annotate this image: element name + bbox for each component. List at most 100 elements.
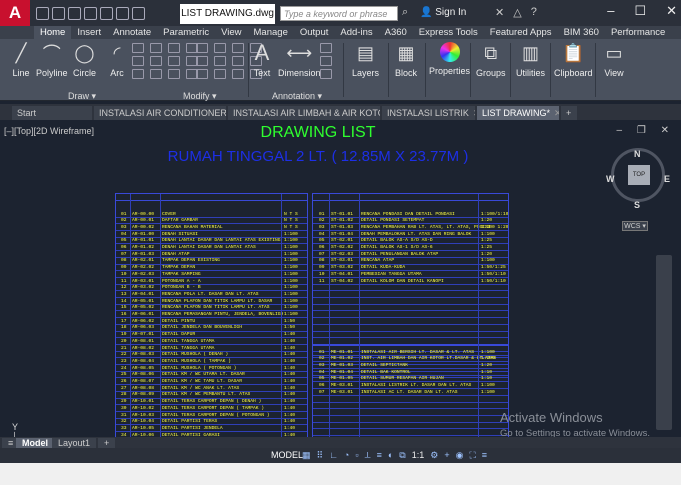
compass-west[interactable]: W (606, 174, 615, 184)
line-tool-button[interactable]: ╱ Line (10, 42, 32, 79)
region-icon[interactable] (150, 69, 162, 79)
tab-performance[interactable]: Performance (605, 26, 671, 39)
hatch-icon[interactable] (150, 43, 162, 53)
print-icon[interactable] (100, 6, 113, 20)
layers-button[interactable]: ▤ Layers (352, 42, 379, 79)
annotation-scale[interactable]: 1:1 (412, 450, 425, 461)
new-icon[interactable] (36, 6, 49, 20)
groups-button[interactable]: ⧉ Groups (476, 42, 506, 79)
circle-tool-button[interactable]: ◯ Circle (73, 42, 96, 79)
open-icon[interactable] (52, 6, 65, 20)
transparency-icon[interactable]: ◐ (388, 450, 393, 461)
utilities-button[interactable]: ▥ Utilities (516, 42, 545, 79)
chamfer-icon[interactable] (196, 69, 208, 79)
properties-button[interactable]: Properties (429, 42, 470, 76)
move-icon[interactable] (168, 43, 180, 53)
clipboard-button[interactable]: 📋 Clipboard (554, 42, 593, 79)
draw-panel-label[interactable]: Draw ▾ (68, 91, 96, 102)
annotation-panel-label[interactable]: Annotation ▾ (272, 91, 322, 102)
save-as-icon[interactable] (84, 6, 97, 20)
plus-icon[interactable]: + (444, 450, 449, 461)
rectangle-icon[interactable] (132, 43, 144, 53)
tab-annotate[interactable]: Annotate (107, 26, 157, 39)
tab-insert[interactable]: Insert (71, 26, 107, 39)
navigation-bar[interactable] (656, 255, 672, 430)
drawing-canvas[interactable]: [–][Top][2D Wireframe] – ❐ ✕ DRAWING LIS… (0, 120, 681, 437)
maximize-icon[interactable]: ☐ (634, 3, 646, 19)
binoculars-icon[interactable]: ⌕ (402, 6, 408, 19)
selection-cycling-icon[interactable]: ⧉ (399, 450, 405, 461)
fullscreen-icon[interactable]: ⛶ (469, 450, 475, 461)
gradient-icon[interactable] (150, 56, 162, 66)
minimize-icon[interactable]: – (607, 3, 614, 19)
redo-icon[interactable] (132, 6, 145, 20)
tab-featured-apps[interactable]: Featured Apps (484, 26, 558, 39)
stretch-icon[interactable] (168, 69, 180, 79)
close-tab-icon[interactable]: ✕ (554, 108, 559, 118)
block-button[interactable]: ▦ Block (395, 42, 417, 79)
snap-icon[interactable]: ⠿ (317, 450, 324, 461)
help-icon[interactable]: ? (531, 6, 537, 19)
join-icon[interactable] (232, 56, 244, 66)
compass-east[interactable]: E (664, 174, 670, 184)
application-menu-button[interactable]: A (0, 0, 30, 26)
lineweight-icon[interactable]: ≡ (377, 450, 382, 461)
otrack-icon[interactable]: ⟂ (365, 450, 371, 461)
fillet-icon[interactable] (196, 56, 208, 66)
tab-bim-360[interactable]: BIM 360 (558, 26, 605, 39)
viewcube-top-face[interactable]: TOP (628, 165, 650, 185)
array-icon[interactable] (214, 56, 226, 66)
trim-icon[interactable] (196, 43, 208, 53)
polar-icon[interactable]: ◔ (344, 450, 349, 461)
erase-icon[interactable] (214, 43, 226, 53)
leader-icon[interactable] (320, 43, 332, 53)
new-tab-button[interactable]: + (561, 106, 577, 120)
osnap-icon[interactable]: ▫ (355, 450, 358, 461)
doc-tab-listrik[interactable]: INSTALASI LISTRIK✕ (382, 106, 475, 120)
ellipse-icon[interactable] (132, 56, 144, 66)
close-icon[interactable]: ✕ (666, 3, 677, 19)
doc-tab-list-drawing[interactable]: LIST DRAWING* ✕ (477, 106, 559, 120)
view-panel-button[interactable]: ▭ View (603, 42, 625, 79)
arc-tool-button[interactable]: ◜ Arc (106, 42, 128, 79)
tab-add-ins[interactable]: Add-ins (334, 26, 378, 39)
tab-output[interactable]: Output (294, 26, 335, 39)
doc-tab-air-limbah[interactable]: INSTALASI AIR LIMBAH & AIR KOTOR*✕ (228, 106, 380, 120)
ortho-icon[interactable]: ∟ (329, 450, 338, 461)
explode-icon[interactable] (232, 43, 244, 53)
isolate-icon[interactable]: ◉ (456, 450, 464, 461)
compass-south[interactable]: S (634, 200, 640, 210)
text-tool-button[interactable]: A Text (251, 40, 273, 78)
customize-icon[interactable]: ≡ (482, 450, 487, 461)
tab-parametric[interactable]: Parametric (157, 26, 215, 39)
doc-tab-start[interactable]: Start (12, 106, 92, 120)
align-icon[interactable] (232, 69, 244, 79)
markup-icon[interactable] (320, 69, 332, 79)
tab-view[interactable]: View (215, 26, 247, 39)
lengthen-icon[interactable] (214, 69, 226, 79)
tab-express-tools[interactable]: Express Tools (413, 26, 484, 39)
grid-icon[interactable]: ▦ (302, 450, 311, 461)
dimension-tool-button[interactable]: ⟷ Dimension (278, 42, 321, 79)
modify-panel-label[interactable]: Modify ▾ (183, 91, 217, 102)
doc-tab-air-conditioner[interactable]: INSTALASI AIR CONDITIONER*✕ (94, 106, 226, 120)
close-tab-icon[interactable]: ✕ (473, 108, 475, 118)
a360-icon[interactable]: △ (513, 6, 521, 19)
save-icon[interactable] (68, 6, 81, 20)
sign-in-button[interactable]: 👤 Sign In (420, 7, 466, 18)
polyline-tool-button[interactable]: ⌒ Polyline (36, 42, 68, 78)
table-icon[interactable] (320, 56, 332, 66)
exchange-apps-icon[interactable]: ✕ (495, 6, 504, 19)
wcs-menu[interactable]: WCS ▾ (622, 221, 648, 231)
tab-home[interactable]: Home (34, 26, 72, 39)
boundary-icon[interactable] (132, 69, 144, 79)
tab-a360[interactable]: A360 (379, 26, 413, 39)
copy-icon[interactable] (168, 56, 180, 66)
tab-model[interactable]: Model (16, 438, 54, 448)
tab-manage[interactable]: Manage (248, 26, 294, 39)
search-input[interactable]: Type a keyword or phrase (280, 6, 398, 21)
undo-icon[interactable] (116, 6, 129, 20)
model-space-toggle[interactable]: MODEL (271, 450, 303, 460)
gear-icon[interactable]: ⚙ (430, 450, 438, 461)
add-layout-button[interactable]: + (98, 438, 116, 448)
